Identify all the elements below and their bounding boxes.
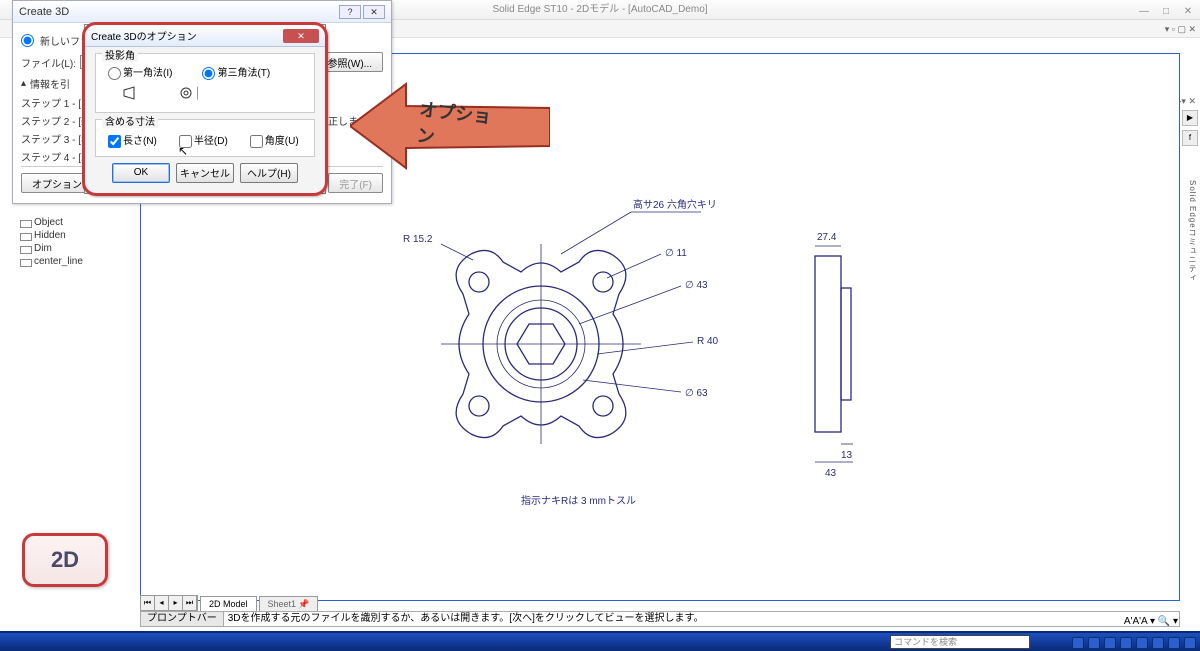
side-tab-facebook-icon[interactable]: f <box>1182 130 1198 146</box>
cancel-button[interactable]: キャンセル <box>176 163 234 183</box>
info-toggle-icon[interactable]: ▴ <box>21 78 26 89</box>
prompt-text[interactable]: 3Dを作成する元のファイルを識別するか、あるいは開きます。[次へ]をクリックして… <box>224 611 1180 627</box>
finish-button[interactable]: 完了(F) <box>328 173 383 193</box>
side-panel-label[interactable]: Solid Edgeコミュニティ <box>1187 180 1198 283</box>
maximize-icon[interactable]: □ <box>1158 2 1174 22</box>
tree-item[interactable]: center_line <box>20 255 130 268</box>
command-search[interactable]: コマンドを検索 <box>890 635 1030 649</box>
tree-item[interactable]: Object <box>20 216 130 229</box>
window-controls: — □ ✕ <box>1136 2 1196 22</box>
system-tray[interactable] <box>1072 637 1196 649</box>
dim-d63: ∅ 63 <box>685 388 708 399</box>
annotation-arrow: オプション <box>350 78 550 174</box>
first-angle-icon <box>122 86 140 104</box>
options-title: Create 3Dのオプション <box>91 28 197 43</box>
chk-length[interactable]: 長さ(N) <box>108 132 157 148</box>
third-angle-icon <box>180 86 198 104</box>
wizard-help-icon[interactable]: ? <box>339 5 361 19</box>
third-angle-radio[interactable]: 第三角法(T) <box>202 64 270 80</box>
dim-13: 13 <box>841 450 853 461</box>
group-projection-title: 投影角 <box>102 47 138 62</box>
tray-icon[interactable] <box>1088 637 1100 649</box>
ok-button[interactable]: OK <box>112 163 170 183</box>
sheet-tabs: ⏮◂▸⏭ 2D Model Sheet1📌 <box>140 595 318 611</box>
dim-r40: R 40 <box>697 336 719 347</box>
browse-button[interactable]: 参照(W)... <box>317 52 383 72</box>
side-tab-youtube-icon[interactable]: ▶ <box>1182 110 1198 126</box>
options-titlebar[interactable]: Create 3Dのオプション ✕ <box>85 25 325 47</box>
annotation-arrow-label: オプション <box>416 96 509 157</box>
note-bottom: 指示ナキRは 3 mmトスル <box>521 494 636 507</box>
tab-2d-model[interactable]: 2D Model <box>200 596 257 611</box>
app-title-text: Solid Edge ST10 - 2Dモデル - [AutoCAD_Demo] <box>492 4 707 15</box>
dim-r152: R 15.2 <box>403 234 433 245</box>
layer-tree[interactable]: Object Hidden Dim center_line <box>20 216 130 268</box>
wizard-close-icon[interactable]: ✕ <box>363 5 385 19</box>
sheet-nav[interactable]: ⏮◂▸⏭ <box>140 595 198 611</box>
tray-icon[interactable] <box>1104 637 1116 649</box>
close-icon[interactable]: ✕ <box>1180 2 1196 22</box>
taskbar: コマンドを検索 <box>0 631 1200 651</box>
tray-icon[interactable] <box>1120 637 1132 649</box>
drawing-content: 高サ26 六角穴キリ R 15.2 ∅ 11 ∅ 43 R 40 ∅ 63 指示… <box>401 194 1001 534</box>
new-file-radio[interactable] <box>21 34 34 47</box>
text-scale-control[interactable]: A'A'A ▾ 🔍 ▾ <box>1124 616 1178 627</box>
dim-274: 27.4 <box>817 232 837 243</box>
menu-right-cluster[interactable]: ▾ ▫ ▢ ✕ <box>1165 24 1196 34</box>
pin-icon[interactable]: 📌 <box>298 599 309 609</box>
dim-d11: ∅ 11 <box>665 248 687 259</box>
dim-note-top: 高サ26 六角穴キリ <box>633 198 717 211</box>
wizard-title: Create 3D <box>19 6 69 18</box>
tray-icon[interactable] <box>1136 637 1148 649</box>
chk-angle[interactable]: 角度(U) <box>250 132 299 148</box>
tab-sheet1[interactable]: Sheet1📌 <box>259 596 319 611</box>
tray-icon[interactable] <box>1184 637 1196 649</box>
tray-icon[interactable] <box>1152 637 1164 649</box>
tree-item[interactable]: Dim <box>20 242 130 255</box>
help-button[interactable]: ヘルプ(H) <box>240 163 298 183</box>
options-dialog: Create 3Dのオプション ✕ 投影角 第一角法(I) 第三角法(T) 含め… <box>84 24 326 194</box>
minimize-icon[interactable]: — <box>1136 2 1152 22</box>
dim-d43: ∅ 43 <box>685 280 708 291</box>
group-dims-title: 含める寸法 <box>102 113 158 128</box>
tree-item[interactable]: Hidden <box>20 229 130 242</box>
first-angle-radio[interactable]: 第一角法(I) <box>108 64 172 80</box>
file-label: ファイル(L): <box>21 55 76 70</box>
dim-43: 43 <box>825 468 837 479</box>
wizard-titlebar[interactable]: Create 3D ?✕ <box>13 1 391 23</box>
tray-icon[interactable] <box>1168 637 1180 649</box>
options-close-icon[interactable]: ✕ <box>283 29 319 43</box>
prompt-label: プロンプトバー <box>140 611 224 627</box>
prompt-bar: プロンプトバー 3Dを作成する元のファイルを識別するか、あるいは開きます。[次へ… <box>140 611 1180 627</box>
badge-2d: 2D <box>22 533 108 587</box>
projection-icons <box>122 86 306 104</box>
tray-icon[interactable] <box>1072 637 1084 649</box>
info-label: 情報を引 <box>30 76 70 91</box>
chk-radius[interactable]: 半径(D) <box>179 132 228 148</box>
right-side-tabs: ▶ f <box>1182 110 1198 146</box>
